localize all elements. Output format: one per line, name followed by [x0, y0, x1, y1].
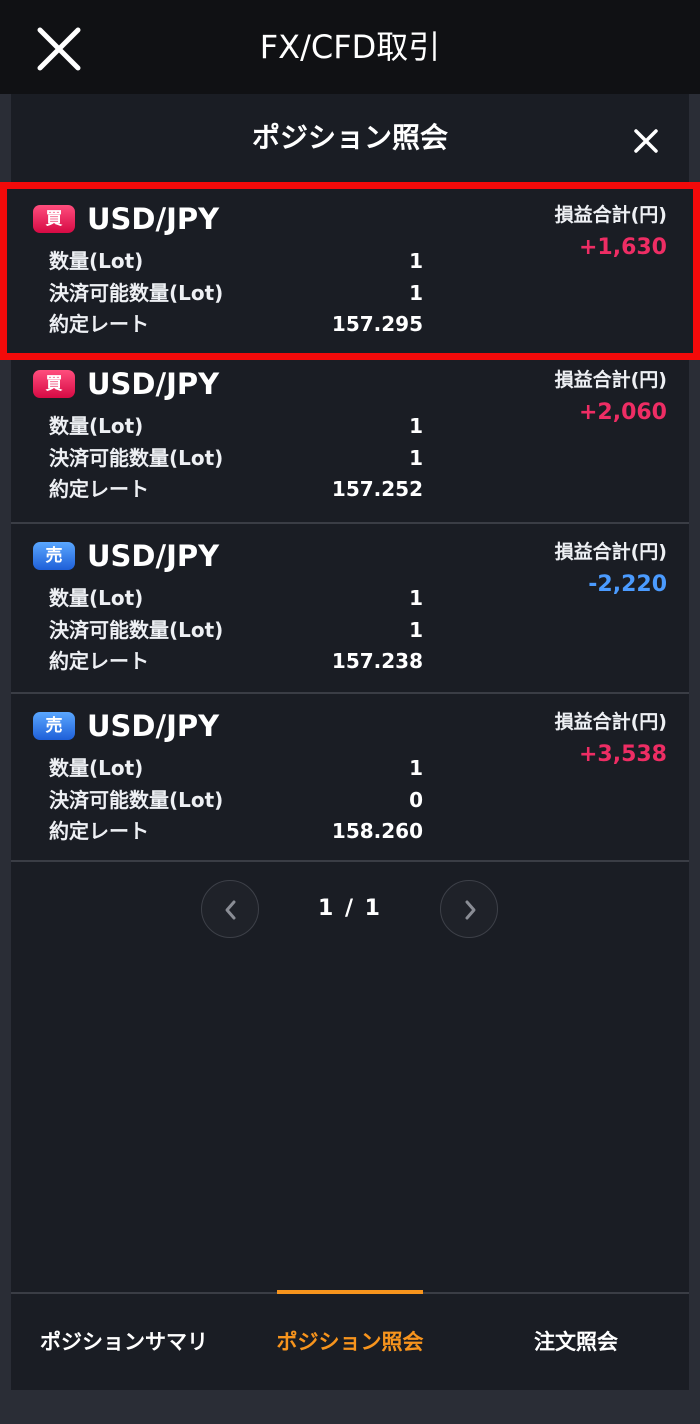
position-row[interactable]: 買 USD/JPY 数量(Lot) 1 決済可能数量(Lot) 1 約定レート …	[0, 182, 700, 360]
settleable-label: 決済可能数量(Lot)	[49, 446, 224, 470]
settleable-value: 0	[409, 788, 423, 812]
qty-label: 数量(Lot)	[49, 249, 144, 273]
panel-title: ポジション照会	[251, 121, 448, 154]
settleable-label: 決済可能数量(Lot)	[49, 281, 224, 305]
tab-position-inquiry[interactable]: ポジション照会	[237, 1294, 463, 1390]
settleable-label: 決済可能数量(Lot)	[49, 788, 224, 812]
pl-value: -2,220	[588, 572, 667, 597]
sell-badge: 売	[33, 542, 75, 570]
position-row[interactable]: 買 USD/JPY 数量(Lot) 1 決済可能数量(Lot) 1 約定レート …	[11, 352, 689, 520]
list-divider	[11, 860, 689, 862]
chevron-left-icon	[225, 900, 236, 920]
qty-value: 1	[409, 249, 423, 273]
rate-value: 157.295	[331, 312, 423, 336]
position-row[interactable]: 売 USD/JPY 数量(Lot) 1 決済可能数量(Lot) 0 約定レート …	[11, 692, 689, 860]
prev-page-button[interactable]	[201, 880, 259, 938]
sell-badge: 売	[33, 712, 75, 740]
rate-value: 157.238	[331, 649, 423, 673]
pl-value: +1,630	[578, 235, 667, 260]
pl-label: 損益合計(円)	[554, 204, 667, 226]
qty-label: 数量(Lot)	[49, 586, 144, 610]
currency-pair: USD/JPY	[87, 709, 220, 743]
pl-label: 損益合計(円)	[554, 541, 667, 563]
rate-label: 約定レート	[49, 312, 149, 336]
panel-header: ポジション照会	[11, 94, 689, 178]
settleable-value: 1	[409, 281, 423, 305]
currency-pair: USD/JPY	[87, 202, 220, 236]
close-panel-icon[interactable]	[633, 128, 659, 154]
position-panel: ポジション照会 買 USD/JPY 数量(Lot) 1 決済可能数量(Lot) …	[0, 94, 700, 1390]
qty-value: 1	[409, 586, 423, 610]
rate-label: 約定レート	[49, 649, 149, 673]
position-row-content: 買 USD/JPY 数量(Lot) 1 決済可能数量(Lot) 1 約定レート …	[11, 187, 689, 355]
buy-badge: 買	[33, 370, 75, 398]
settleable-value: 1	[409, 446, 423, 470]
rate-value: 158.260	[331, 819, 423, 843]
qty-value: 1	[409, 414, 423, 438]
position-row-content: 売 USD/JPY 数量(Lot) 1 決済可能数量(Lot) 0 約定レート …	[11, 694, 689, 862]
tab-position-summary[interactable]: ポジションサマリ	[11, 1294, 237, 1390]
pl-label: 損益合計(円)	[554, 369, 667, 391]
pl-label: 損益合計(円)	[554, 711, 667, 733]
qty-label: 数量(Lot)	[49, 414, 144, 438]
rate-label: 約定レート	[49, 819, 149, 843]
app-title: FX/CFD取引	[259, 28, 441, 66]
next-page-button[interactable]	[440, 880, 498, 938]
qty-label: 数量(Lot)	[49, 756, 144, 780]
bottom-tabs: ポジションサマリ ポジション照会 注文照会	[11, 1290, 689, 1390]
rate-value: 157.252	[331, 477, 423, 501]
qty-value: 1	[409, 756, 423, 780]
rate-label: 約定レート	[49, 477, 149, 501]
chevron-right-icon	[465, 900, 476, 920]
currency-pair: USD/JPY	[87, 367, 220, 401]
settleable-label: 決済可能数量(Lot)	[49, 618, 224, 642]
buy-badge: 買	[33, 205, 75, 233]
currency-pair: USD/JPY	[87, 539, 220, 573]
position-row-content: 売 USD/JPY 数量(Lot) 1 決済可能数量(Lot) 1 約定レート …	[11, 524, 689, 692]
pl-value: +2,060	[578, 400, 667, 425]
position-row[interactable]: 売 USD/JPY 数量(Lot) 1 決済可能数量(Lot) 1 約定レート …	[11, 522, 689, 690]
page-indicator: 1 / 1	[318, 896, 382, 921]
pl-value: +3,538	[578, 742, 667, 767]
pagination: 1 / 1	[11, 880, 689, 940]
position-row-content: 買 USD/JPY 数量(Lot) 1 決済可能数量(Lot) 1 約定レート …	[11, 352, 689, 520]
tab-order-inquiry[interactable]: 注文照会	[463, 1294, 689, 1390]
settleable-value: 1	[409, 618, 423, 642]
app-header: FX/CFD取引	[0, 0, 700, 94]
